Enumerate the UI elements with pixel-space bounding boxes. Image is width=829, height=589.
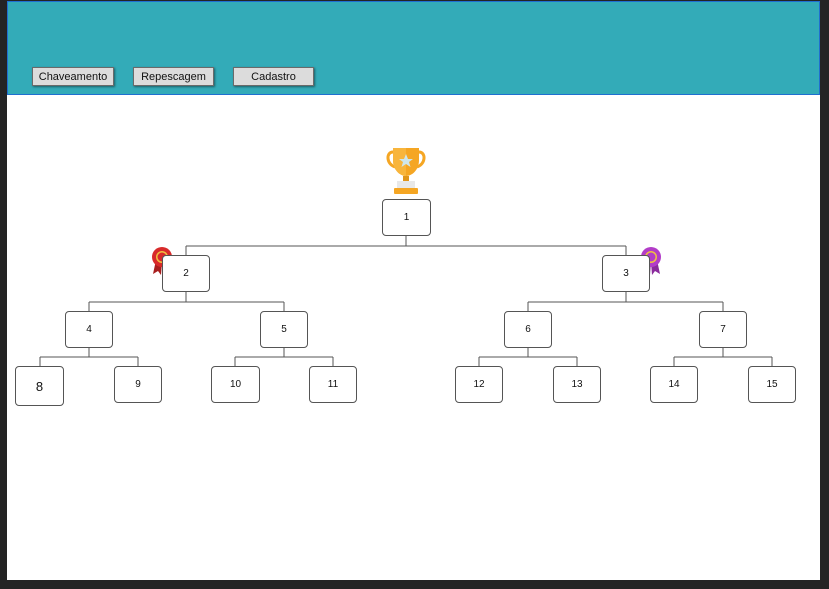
bracket-node[interactable]: 6	[504, 311, 552, 348]
bracket-node[interactable]: 9	[114, 366, 162, 403]
bracket-node[interactable]: 15	[748, 366, 796, 403]
bracket-node[interactable]: 12	[455, 366, 503, 403]
bracket-node[interactable]: 3	[602, 255, 650, 292]
trophy-icon	[386, 148, 426, 194]
bracket-node[interactable]: 13	[553, 366, 601, 403]
bracket-node[interactable]: 8	[15, 366, 64, 406]
bracket-node[interactable]: 4	[65, 311, 113, 348]
bracket-node[interactable]: 10	[211, 366, 260, 403]
bracket-node[interactable]: 2	[162, 255, 210, 292]
bracket-node[interactable]: 1	[382, 199, 431, 236]
app-window: Chaveamento Repescagem Cadastro 1 2 3 4 …	[7, 1, 820, 580]
bracket-connectors	[39, 236, 773, 367]
bracket-node[interactable]: 7	[699, 311, 747, 348]
bracket-node[interactable]: 14	[650, 366, 698, 403]
bracket-node[interactable]: 5	[260, 311, 308, 348]
bracket-node[interactable]: 11	[309, 366, 357, 403]
